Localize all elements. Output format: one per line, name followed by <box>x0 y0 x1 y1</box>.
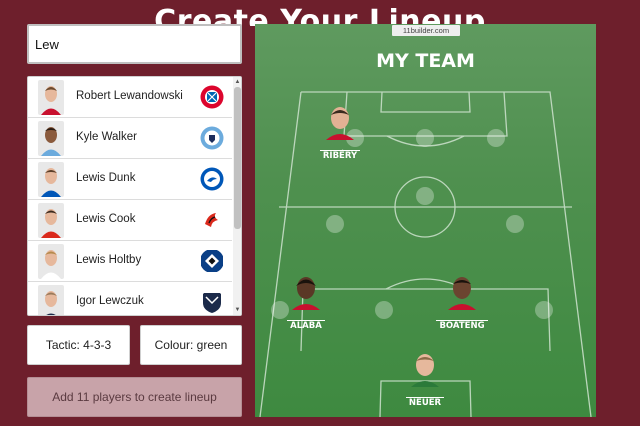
player-result-row[interactable]: Lewis Holtby <box>28 241 232 282</box>
player-photo <box>38 80 64 115</box>
create-lineup-button[interactable]: Add 11 players to create lineup <box>27 377 242 417</box>
player-label: NEUER <box>405 397 445 408</box>
player-face-image <box>448 277 476 310</box>
hamburg-badge-icon <box>201 250 223 272</box>
player-label: RIBÉRY <box>319 150 361 161</box>
scroll-up-icon[interactable]: ▲ <box>234 78 241 86</box>
tactic-button[interactable]: Tactic: 4-3-3 <box>27 325 130 365</box>
player-face-image <box>292 277 320 310</box>
pitch-player-slot[interactable]: RIBÉRY <box>310 102 370 163</box>
player-label: BOATENG <box>436 320 488 331</box>
player-name: Lewis Holtby <box>76 254 142 266</box>
player-photo <box>38 244 64 279</box>
bournemouth-badge-icon <box>200 208 224 232</box>
team-title: MY TEAM <box>376 50 475 72</box>
watermark: 11builder.com <box>392 25 460 36</box>
player-name: Lewis Cook <box>76 213 136 225</box>
player-result-row[interactable]: Kyle Walker <box>28 118 232 159</box>
player-face-image <box>326 107 354 140</box>
bayern-munich-badge-icon <box>200 85 224 109</box>
player-name: Lewis Dunk <box>76 172 136 184</box>
player-face-image <box>411 354 439 387</box>
player-photo <box>38 121 64 156</box>
pitch-player-slot[interactable]: BOATENG <box>432 272 492 333</box>
player-name: Robert Lewandowski <box>76 90 183 102</box>
bordeaux-badge-icon <box>203 293 221 313</box>
player-result-row[interactable]: Lewis Dunk <box>28 159 232 200</box>
manchester-city-badge-icon <box>200 126 224 150</box>
player-name: Kyle Walker <box>76 131 137 143</box>
player-photo <box>38 203 64 238</box>
player-result-row[interactable]: Lewis Cook <box>28 200 232 241</box>
pitch-player-slot[interactable]: NEUER <box>395 349 455 410</box>
player-photo <box>38 162 64 197</box>
player-result-row[interactable]: Igor Lewczuk <box>28 282 232 315</box>
player-name: Igor Lewczuk <box>76 295 144 307</box>
pitch-player-slot[interactable]: ALABA <box>276 272 336 333</box>
player-result-row[interactable]: Robert Lewandowski <box>28 77 232 118</box>
player-results-list[interactable]: Robert Lewandowski Kyle Walker Lewis Dun… <box>27 76 242 316</box>
player-label: ALABA <box>287 320 325 331</box>
player-search-input[interactable] <box>27 24 242 64</box>
player-photo <box>38 285 64 315</box>
scroll-down-icon[interactable]: ▼ <box>234 306 241 314</box>
colour-button[interactable]: Colour: green <box>140 325 242 365</box>
brighton-badge-icon <box>200 167 224 191</box>
results-scrollbar-thumb[interactable] <box>234 87 241 229</box>
